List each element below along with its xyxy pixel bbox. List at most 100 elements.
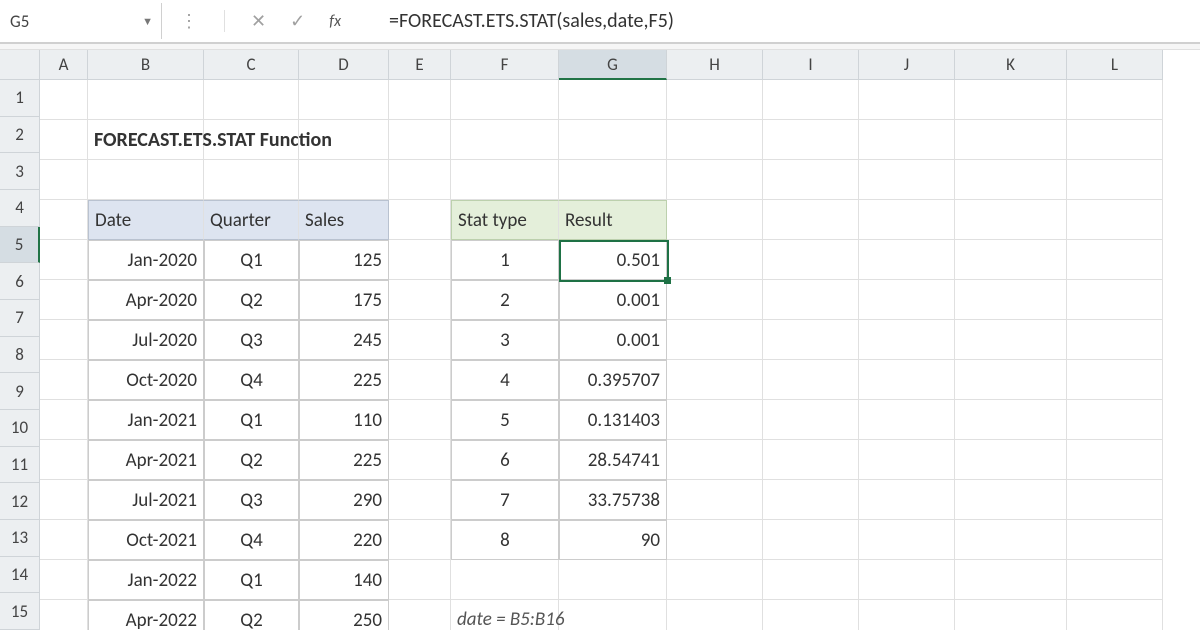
row-header-12[interactable]: 12 [0, 483, 40, 520]
cell-C10[interactable]: Q2 [204, 440, 299, 480]
cell-I1[interactable] [763, 80, 859, 120]
cell-D8[interactable]: 225 [299, 360, 389, 400]
cell-E1[interactable] [389, 80, 451, 120]
cell-B6[interactable]: Apr-2020 [88, 280, 204, 320]
cell-A2[interactable] [40, 120, 88, 160]
cell-B14[interactable]: Apr-2022 [88, 600, 204, 630]
cell-G13[interactable] [559, 560, 667, 600]
col-header-H[interactable]: H [667, 50, 763, 80]
col-header-F[interactable]: F [451, 50, 559, 80]
cell-F13[interactable] [451, 560, 559, 600]
row-header-9[interactable]: 9 [0, 373, 40, 410]
cell-F8[interactable]: 4 [451, 360, 559, 400]
cell-F14[interactable]: date = B5:B16 [451, 600, 559, 630]
row-header-5[interactable]: 5 [0, 227, 40, 264]
cell-B10[interactable]: Apr-2021 [88, 440, 204, 480]
cell-L1[interactable] [1067, 80, 1163, 120]
col-header-I[interactable]: I [763, 50, 859, 80]
row-header-13[interactable]: 13 [0, 520, 40, 557]
cell-D9[interactable]: 110 [299, 400, 389, 440]
row-header-4[interactable]: 4 [0, 190, 40, 227]
cell-F2[interactable] [451, 120, 559, 160]
cell-G9[interactable]: 0.131403 [559, 400, 667, 440]
table2-header-result[interactable]: Result [559, 200, 667, 240]
cell-C14[interactable]: Q2 [204, 600, 299, 630]
cell-D6[interactable]: 175 [299, 280, 389, 320]
cell-L2[interactable] [1067, 120, 1163, 160]
name-box-dropdown-icon[interactable]: ▼ [142, 15, 153, 28]
cell-C6[interactable]: Q2 [204, 280, 299, 320]
cell-A1[interactable] [40, 80, 88, 120]
fill-handle[interactable] [664, 277, 671, 284]
table1-header-sales[interactable]: Sales [299, 200, 389, 240]
table2-header-stattype[interactable]: Stat type [451, 200, 559, 240]
enter-icon[interactable]: ✓ [290, 10, 305, 32]
cancel-icon[interactable]: ✕ [251, 10, 266, 32]
cell-C11[interactable]: Q3 [204, 480, 299, 520]
cell-D11[interactable]: 290 [299, 480, 389, 520]
cell-F11[interactable]: 7 [451, 480, 559, 520]
cell-F1[interactable] [451, 80, 559, 120]
cell-F10[interactable]: 6 [451, 440, 559, 480]
table1-header-quarter[interactable]: Quarter [204, 200, 299, 240]
row-header-2[interactable]: 2 [0, 117, 40, 154]
cell-G11[interactable]: 33.75738 [559, 480, 667, 520]
cell-G1[interactable] [559, 80, 667, 120]
cell-B13[interactable]: Jan-2022 [88, 560, 204, 600]
cell-C1[interactable] [204, 80, 299, 120]
table1-header-date[interactable]: Date [88, 200, 204, 240]
cell-K1[interactable] [955, 80, 1067, 120]
cell-H2[interactable] [667, 120, 763, 160]
cell-D12[interactable]: 220 [299, 520, 389, 560]
cell-F9[interactable]: 5 [451, 400, 559, 440]
cell-F7[interactable]: 3 [451, 320, 559, 360]
col-header-E[interactable]: E [389, 50, 451, 80]
cell-C2[interactable] [204, 120, 299, 160]
cell-G6[interactable]: 0.001 [559, 280, 667, 320]
cell-C9[interactable]: Q1 [204, 400, 299, 440]
cell-B11[interactable]: Jul-2021 [88, 480, 204, 520]
cell-K2[interactable] [955, 120, 1067, 160]
col-header-D[interactable]: D [299, 50, 389, 80]
cell-J2[interactable] [859, 120, 955, 160]
cell-D7[interactable]: 245 [299, 320, 389, 360]
cell-B9[interactable]: Jan-2021 [88, 400, 204, 440]
cell-F12[interactable]: 8 [451, 520, 559, 560]
cell-E2[interactable] [389, 120, 451, 160]
cell-B7[interactable]: Jul-2020 [88, 320, 204, 360]
cell-D5[interactable]: 125 [299, 240, 389, 280]
row-header-1[interactable]: 1 [0, 80, 40, 117]
cell-C13[interactable]: Q1 [204, 560, 299, 600]
cell-H1[interactable] [667, 80, 763, 120]
col-header-B[interactable]: B [88, 50, 204, 80]
select-all-corner[interactable] [0, 50, 40, 80]
col-header-G[interactable]: G [559, 50, 667, 80]
row-header-3[interactable]: 3 [0, 153, 40, 190]
col-header-L[interactable]: L [1067, 50, 1163, 80]
name-box[interactable]: G5 ▼ [0, 3, 162, 39]
cell-D10[interactable]: 225 [299, 440, 389, 480]
row-header-15[interactable]: 15 [0, 593, 40, 630]
row-header-11[interactable]: 11 [0, 447, 40, 484]
cell-D1[interactable] [299, 80, 389, 120]
cell-G14[interactable] [559, 600, 667, 630]
row-header-7[interactable]: 7 [0, 300, 40, 337]
row-header-10[interactable]: 10 [0, 410, 40, 447]
fx-icon[interactable]: fx [329, 12, 341, 31]
cell-I2[interactable] [763, 120, 859, 160]
cell-G10[interactable]: 28.54741 [559, 440, 667, 480]
cell-C8[interactable]: Q4 [204, 360, 299, 400]
cell-D2[interactable] [299, 120, 389, 160]
cell-J1[interactable] [859, 80, 955, 120]
col-header-J[interactable]: J [859, 50, 955, 80]
col-header-K[interactable]: K [955, 50, 1067, 80]
cell-G7[interactable]: 0.001 [559, 320, 667, 360]
cell-G2[interactable] [559, 120, 667, 160]
cell-B12[interactable]: Oct-2021 [88, 520, 204, 560]
row-header-8[interactable]: 8 [0, 337, 40, 374]
cell-C7[interactable]: Q3 [204, 320, 299, 360]
row-header-6[interactable]: 6 [0, 263, 40, 300]
formula-input[interactable]: =FORECAST.ETS.STAT(sales,date,F5) [359, 9, 1200, 33]
col-header-A[interactable]: A [40, 50, 88, 80]
cell-D14[interactable]: 250 [299, 600, 389, 630]
